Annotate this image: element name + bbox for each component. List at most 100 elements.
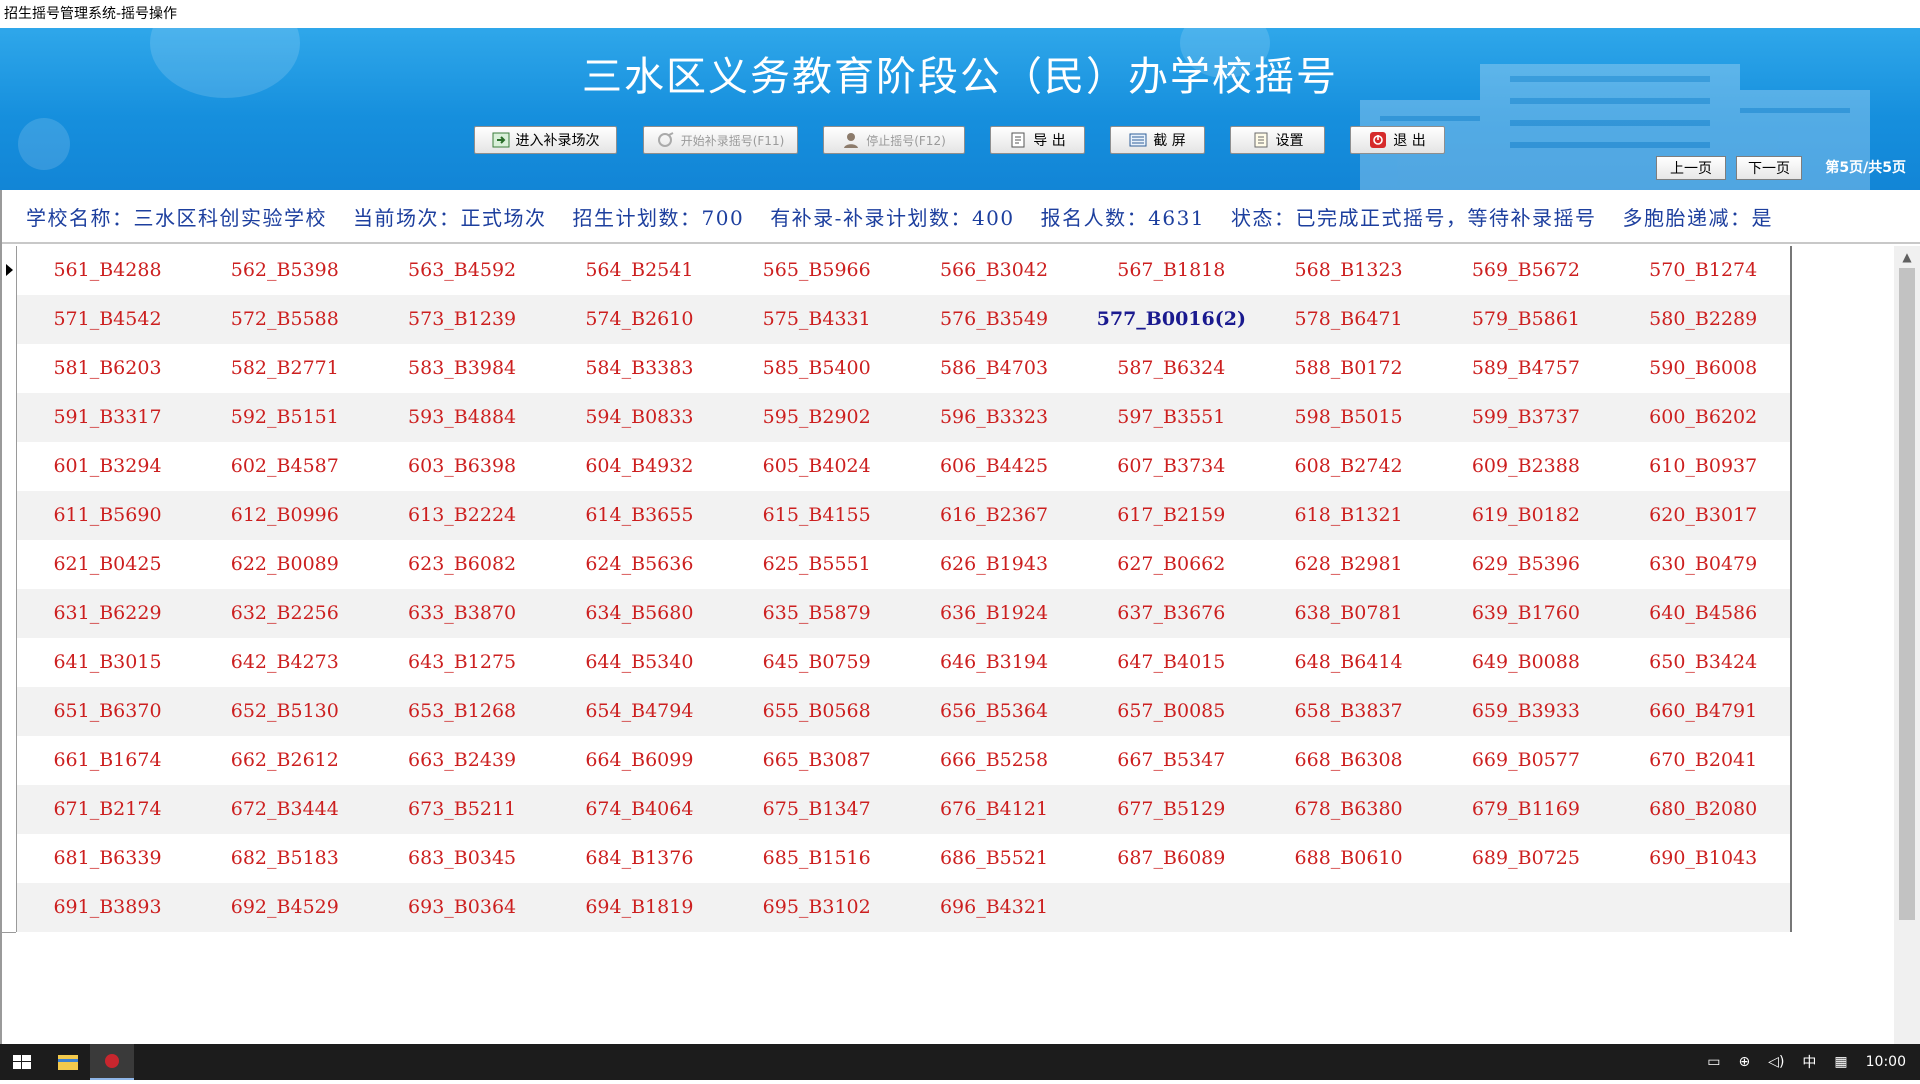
- row-header[interactable]: [2, 540, 16, 590]
- grid-cell[interactable]: 689_B0725: [1437, 834, 1614, 883]
- grid-cell[interactable]: 582_B2771: [196, 344, 373, 393]
- lottery-result-grid[interactable]: 561_B4288 562_B5398 563_B4592 564_B2541 565_…: [2, 246, 1792, 933]
- grid-cell[interactable]: 597_B3551: [1083, 393, 1260, 442]
- grid-cell[interactable]: 568_B1323: [1260, 246, 1437, 295]
- grid-cell[interactable]: 686_B5521: [906, 834, 1083, 883]
- grid-cell[interactable]: 617_B2159: [1083, 491, 1260, 540]
- grid-cell[interactable]: 566_B3042: [906, 246, 1083, 295]
- network-icon[interactable]: ⊕: [1738, 1054, 1750, 1070]
- table-row[interactable]: 631_B6229 632_B2256 633_B3870 634_B5680 635_…: [2, 589, 1792, 639]
- grid-cell[interactable]: 647_B4015: [1083, 638, 1260, 687]
- grid-cell[interactable]: 565_B5966: [728, 246, 905, 295]
- grid-cell[interactable]: 670_B2041: [1615, 736, 1792, 785]
- grid-cell[interactable]: 692_B4529: [196, 883, 373, 932]
- grid-cell[interactable]: 604_B4932: [551, 442, 728, 491]
- row-header[interactable]: [2, 295, 16, 345]
- grid-cell[interactable]: 650_B3424: [1615, 638, 1792, 687]
- grid-cell[interactable]: 681_B6339: [19, 834, 196, 883]
- volume-icon[interactable]: ◁): [1768, 1054, 1784, 1070]
- grid-cell[interactable]: 693_B0364: [374, 883, 551, 932]
- grid-cell[interactable]: 632_B2256: [196, 589, 373, 638]
- grid-cell[interactable]: 656_B5364: [906, 687, 1083, 736]
- table-row[interactable]: 601_B3294 602_B4587 603_B6398 604_B4932 605_…: [2, 442, 1790, 492]
- grid-cell[interactable]: 575_B4331: [728, 295, 905, 344]
- grid-cell[interactable]: 638_B0781: [1260, 589, 1437, 638]
- grid-cell[interactable]: 606_B4425: [906, 442, 1083, 491]
- grid-cell[interactable]: 591_B3317: [19, 393, 196, 442]
- scroll-up-icon[interactable]: ▲: [1894, 246, 1920, 268]
- grid-cell[interactable]: 667_B5347: [1083, 736, 1260, 785]
- grid-cell[interactable]: 690_B1043: [1615, 834, 1792, 883]
- vertical-scrollbar[interactable]: ▲: [1894, 246, 1920, 1044]
- grid-cell[interactable]: 563_B4592: [374, 246, 551, 295]
- grid-cell[interactable]: 666_B5258: [906, 736, 1083, 785]
- grid-cell[interactable]: 672_B3444: [196, 785, 373, 834]
- grid-cell[interactable]: 627_B0662: [1083, 540, 1260, 589]
- table-row[interactable]: 661_B1674 662_B2612 663_B2439 664_B6099 665_…: [2, 736, 1792, 786]
- grid-cell[interactable]: 675_B1347: [728, 785, 905, 834]
- grid-cell[interactable]: 630_B0479: [1615, 540, 1792, 589]
- grid-cell[interactable]: 580_B2289: [1615, 295, 1792, 344]
- grid-cell[interactable]: 614_B3655: [551, 491, 728, 540]
- row-header[interactable]: [2, 491, 16, 541]
- windows-start-icon[interactable]: [0, 1044, 44, 1080]
- grid-cell[interactable]: 674_B4064: [551, 785, 728, 834]
- grid-cell[interactable]: 679_B1169: [1437, 785, 1614, 834]
- table-row[interactable]: 571_B4542 572_B5588 573_B1239 574_B2610 575_…: [2, 295, 1792, 345]
- grid-cell[interactable]: 628_B2981: [1260, 540, 1437, 589]
- grid-cell[interactable]: 641_B3015: [19, 638, 196, 687]
- grid-cell[interactable]: 680_B2080: [1615, 785, 1792, 834]
- grid-cell[interactable]: 659_B3933: [1437, 687, 1614, 736]
- table-row[interactable]: 581_B6203 582_B2771 583_B3984 584_B3383 585_…: [2, 344, 1792, 394]
- grid-cell[interactable]: 585_B5400: [728, 344, 905, 393]
- grid-cell[interactable]: 637_B3676: [1083, 589, 1260, 638]
- grid-cell[interactable]: 595_B2902: [728, 393, 905, 442]
- grid-cell[interactable]: 651_B6370: [19, 687, 196, 736]
- grid-cell[interactable]: 593_B4884: [374, 393, 551, 442]
- table-row[interactable]: 691_B3893 692_B4529 693_B0364 694_B1819 695_…: [2, 883, 1790, 933]
- grid-cell[interactable]: 573_B1239: [374, 295, 551, 344]
- grid-cell[interactable]: 590_B6008: [1615, 344, 1792, 393]
- row-header[interactable]: [2, 785, 16, 835]
- grid-cell[interactable]: 578_B6471: [1260, 295, 1437, 344]
- ime-indicator[interactable]: 中: [1802, 1052, 1816, 1072]
- grid-cell[interactable]: 661_B1674: [19, 736, 196, 785]
- table-row[interactable]: 611_B5690 612_B0996 613_B2224 614_B3655 615_…: [2, 491, 1790, 541]
- grid-cell[interactable]: 633_B3870: [374, 589, 551, 638]
- grid-cell[interactable]: 622_B0089: [196, 540, 373, 589]
- grid-cell[interactable]: 605_B4024: [728, 442, 905, 491]
- start-supplementary-lottery-button[interactable]: 开始补录摇号(F11): [643, 126, 798, 154]
- ime-mode-icon[interactable]: ▦: [1834, 1054, 1847, 1070]
- grid-cell[interactable]: 584_B3383: [551, 344, 728, 393]
- grid-cell[interactable]: 592_B5151: [196, 393, 373, 442]
- grid-cell[interactable]: 649_B0088: [1437, 638, 1614, 687]
- grid-cell[interactable]: 685_B1516: [728, 834, 905, 883]
- table-row[interactable]: 641_B3015 642_B4273 643_B1275 644_B5340 645_…: [2, 638, 1792, 688]
- row-header[interactable]: [2, 834, 16, 884]
- grid-cell[interactable]: 636_B1924: [906, 589, 1083, 638]
- screenshot-button[interactable]: 截 屏: [1110, 126, 1205, 154]
- grid-cell[interactable]: 612_B0996: [196, 491, 373, 540]
- grid-cell[interactable]: 653_B1268: [374, 687, 551, 736]
- clock[interactable]: 10:00: [1866, 1054, 1906, 1070]
- enter-supplementary-session-button[interactable]: 进入补录场次: [474, 126, 617, 154]
- grid-cell[interactable]: 623_B6082: [374, 540, 551, 589]
- table-row[interactable]: 591_B3317 592_B5151 593_B4884 594_B0833 595_…: [2, 393, 1790, 443]
- grid-cell[interactable]: 564_B2541: [551, 246, 728, 295]
- grid-cell[interactable]: 691_B3893: [19, 883, 196, 932]
- grid-cell[interactable]: 587_B6324: [1083, 344, 1260, 393]
- grid-cell[interactable]: 640_B4586: [1615, 589, 1792, 638]
- grid-cell[interactable]: 598_B5015: [1260, 393, 1437, 442]
- grid-cell[interactable]: 572_B5588: [196, 295, 373, 344]
- grid-cell[interactable]: 586_B4703: [906, 344, 1083, 393]
- grid-cell[interactable]: 696_B4321: [906, 883, 1083, 932]
- grid-cell[interactable]: 611_B5690: [19, 491, 196, 540]
- grid-cell[interactable]: 642_B4273: [196, 638, 373, 687]
- grid-cell[interactable]: 618_B1321: [1260, 491, 1437, 540]
- grid-cell[interactable]: 687_B6089: [1083, 834, 1260, 883]
- row-header[interactable]: [2, 393, 16, 443]
- grid-cell[interactable]: 607_B3734: [1083, 442, 1260, 491]
- grid-cell[interactable]: 569_B5672: [1437, 246, 1614, 295]
- grid-cell[interactable]: 662_B2612: [196, 736, 373, 785]
- grid-cell[interactable]: 596_B3323: [906, 393, 1083, 442]
